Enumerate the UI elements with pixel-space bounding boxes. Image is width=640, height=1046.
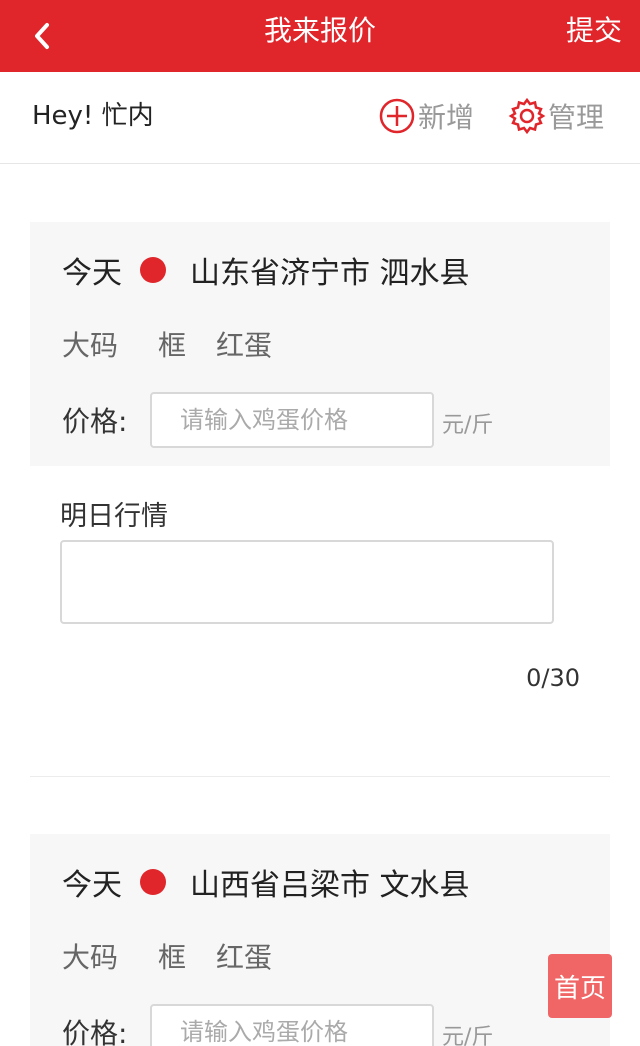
- nav-bar: 我来报价 提交: [0, 0, 640, 72]
- price-label: 价格:: [62, 1017, 128, 1046]
- greeting-text: Hey! 忙内: [32, 101, 154, 131]
- unit-label: 元/斤: [442, 413, 494, 438]
- quote-card: 今天 山东省济宁市 泗水县 大码 框 红蛋 价格: 元/斤: [30, 222, 610, 466]
- divider: [30, 776, 610, 777]
- submit-button[interactable]: 提交: [566, 0, 622, 72]
- tomorrow-label: 明日行情: [60, 501, 168, 532]
- pack-text: 框: [158, 329, 187, 362]
- status-dot-icon: [140, 869, 166, 895]
- day-label: 今天: [62, 256, 122, 291]
- location-row: 今天 山东省济宁市 泗水县: [62, 250, 470, 291]
- gear-icon: [508, 97, 546, 135]
- home-button[interactable]: 首页: [548, 954, 612, 1018]
- pack-text: 框: [158, 941, 187, 974]
- egg-text: 红蛋: [216, 941, 273, 974]
- location-text: 山西省吕梁市 文水县: [190, 868, 470, 903]
- tomorrow-input[interactable]: [60, 540, 554, 624]
- char-counter: 0/30: [526, 664, 580, 692]
- size-text: 大码: [62, 941, 119, 974]
- price-row: 价格: 元/斤: [62, 1004, 493, 1046]
- status-dot-icon: [140, 257, 166, 283]
- add-button[interactable]: 新增: [378, 96, 474, 136]
- manage-label: 管理: [548, 101, 605, 134]
- day-label: 今天: [62, 868, 122, 903]
- price-label: 价格:: [62, 405, 128, 438]
- plus-circle-icon: [379, 98, 415, 134]
- price-row: 价格: 元/斤: [62, 392, 493, 448]
- sub-toolbar: Hey! 忙内 新增 管理: [0, 72, 640, 164]
- size-text: 大码: [62, 329, 119, 362]
- egg-text: 红蛋: [216, 329, 273, 362]
- price-input[interactable]: [150, 1004, 434, 1046]
- location-row: 今天 山西省吕梁市 文水县: [62, 862, 470, 903]
- spec-row: 大码 框 红蛋: [62, 324, 312, 364]
- price-input[interactable]: [150, 392, 434, 448]
- manage-button[interactable]: 管理: [508, 96, 604, 136]
- page-title: 我来报价: [263, 14, 376, 47]
- unit-label: 元/斤: [442, 1025, 494, 1046]
- add-label: 新增: [418, 101, 475, 134]
- location-text: 山东省济宁市 泗水县: [190, 256, 470, 291]
- quote-card: 今天 山西省吕梁市 文水县 大码 框 红蛋 价格: 元/斤: [30, 834, 610, 1046]
- spec-row: 大码 框 红蛋: [62, 936, 312, 976]
